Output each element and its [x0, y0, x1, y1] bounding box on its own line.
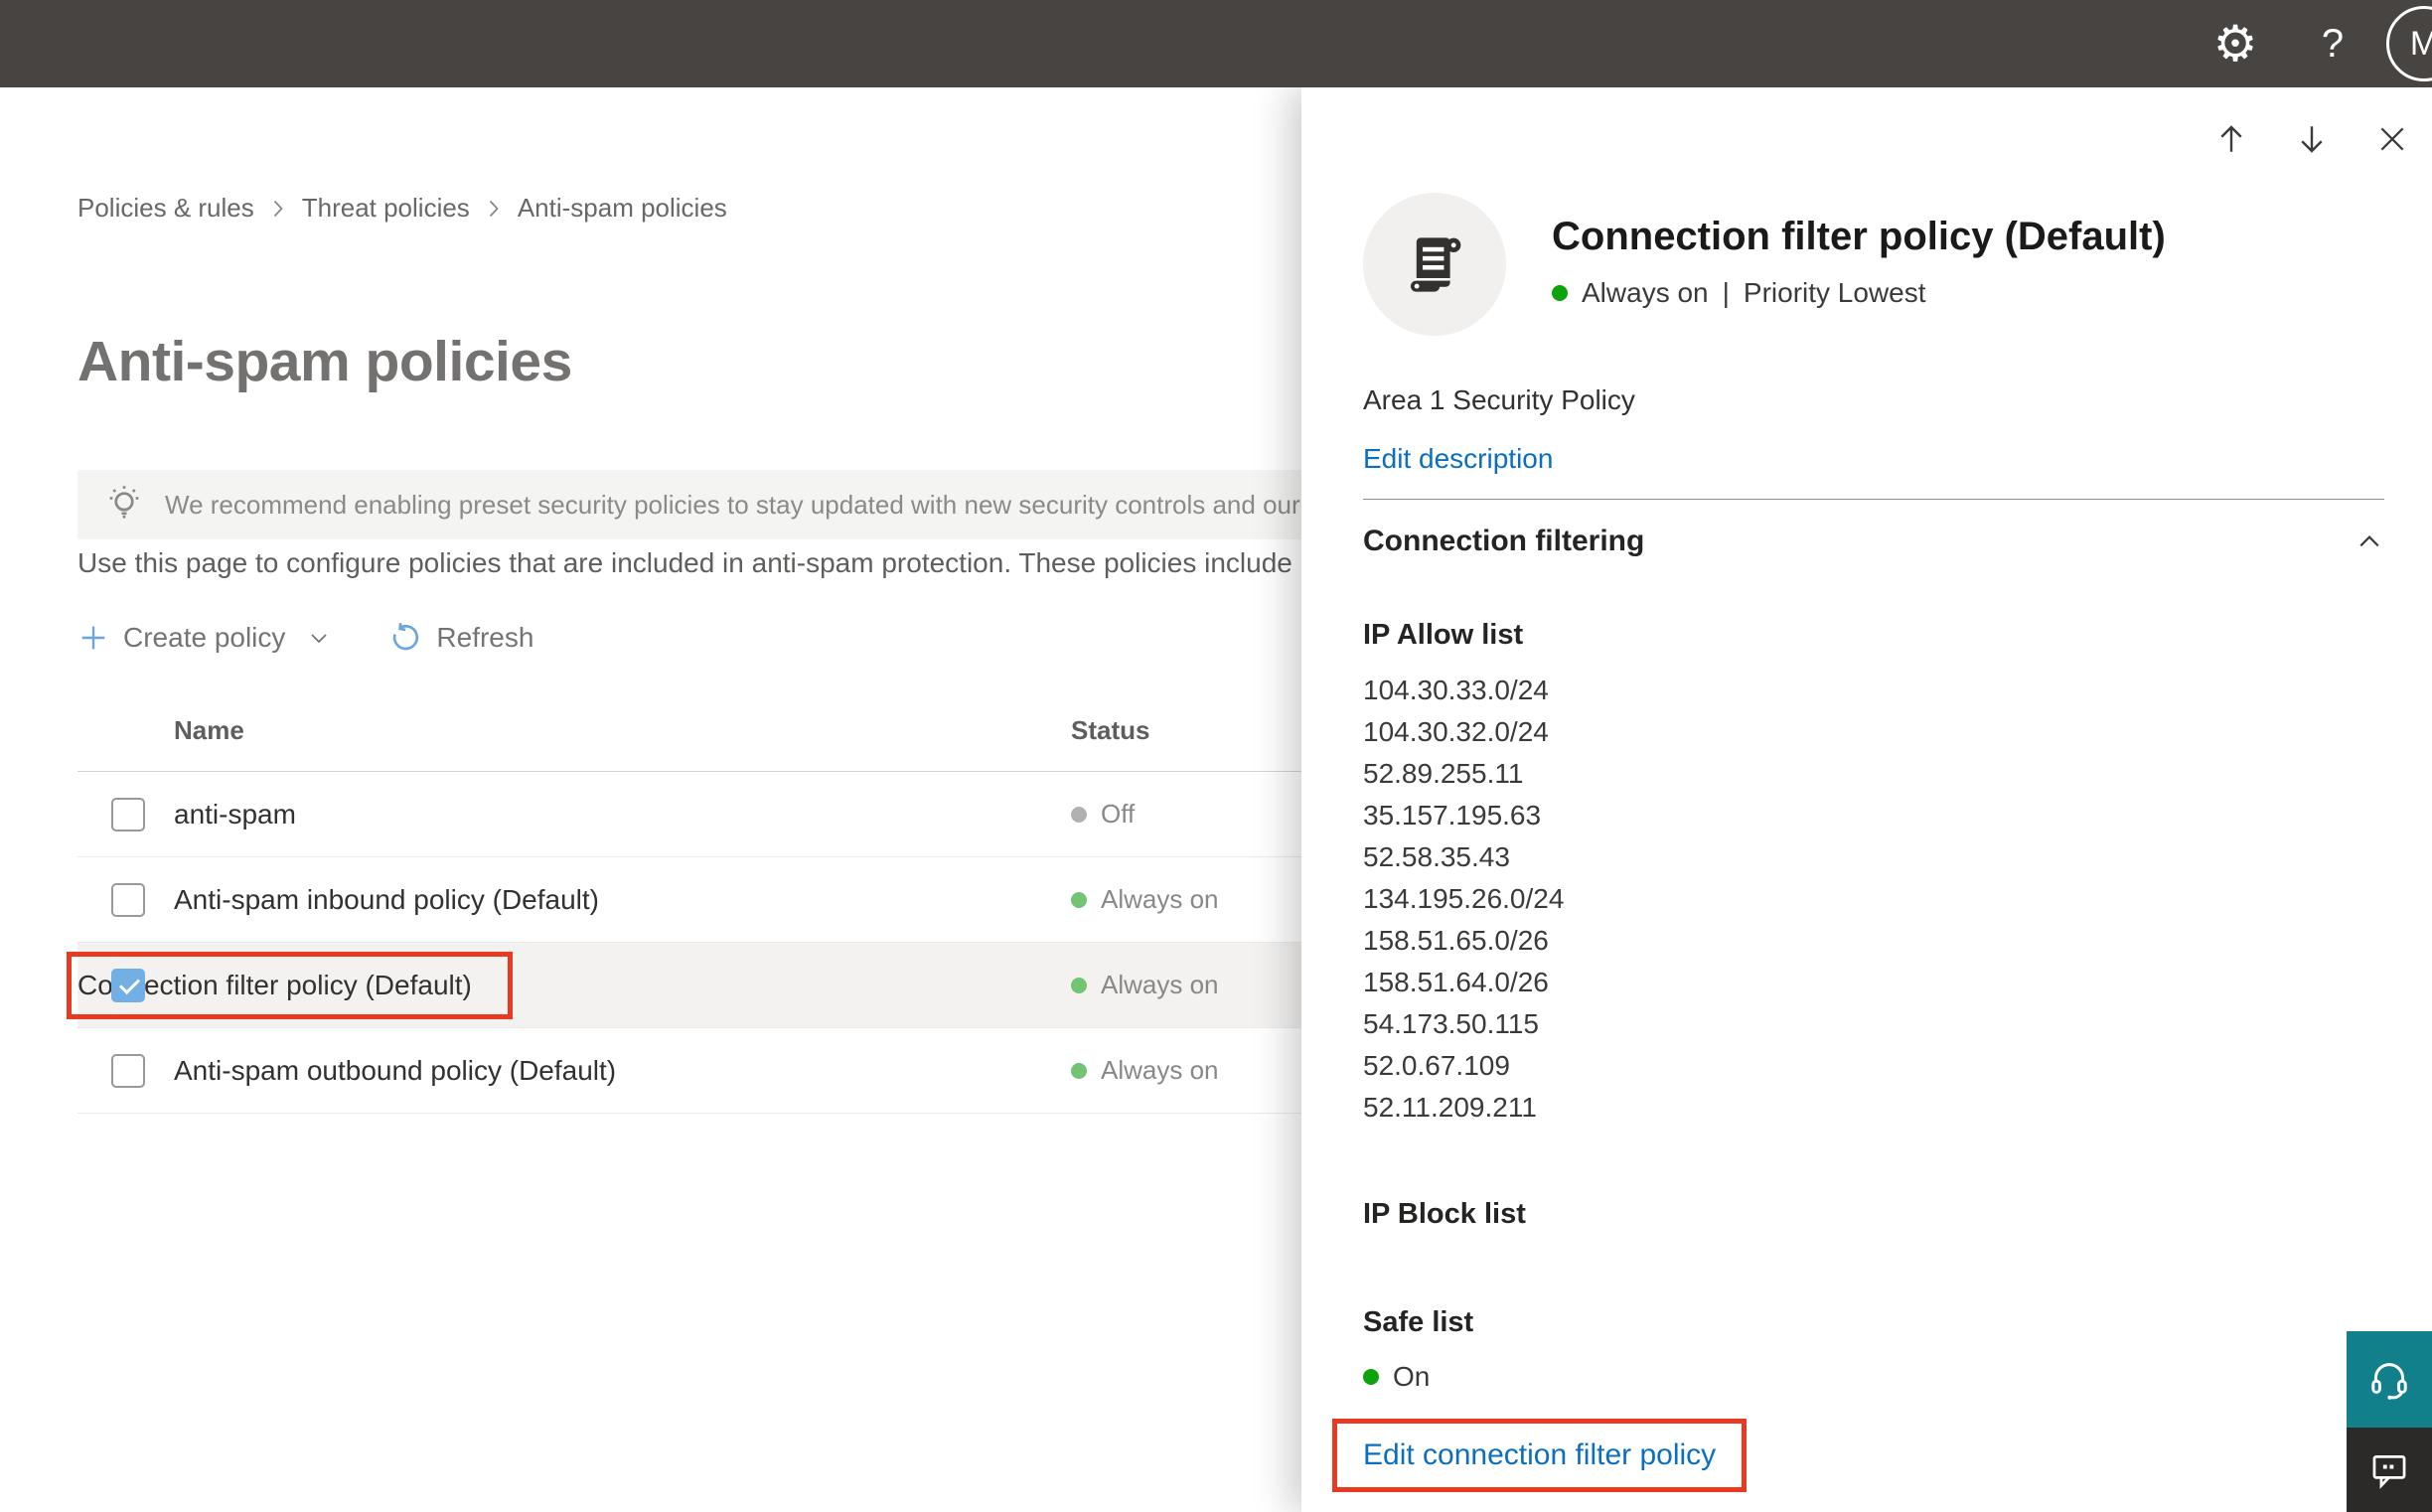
policy-name[interactable]: Anti-spam inbound policy (Default) [174, 884, 599, 916]
plus-icon [77, 622, 109, 654]
panel-status-row: Always on | Priority Lowest [1552, 277, 2166, 309]
breadcrumb-anti-spam-policies[interactable]: Anti-spam policies [518, 193, 727, 224]
edit-connection-filter-policy-link[interactable]: Edit connection filter policy [1363, 1438, 1716, 1472]
banner-text: We recommend enabling preset security po… [165, 489, 1416, 520]
panel-title: Connection filter policy (Default) [1552, 215, 2166, 258]
create-policy-button[interactable]: Create policy [77, 622, 331, 654]
refresh-button[interactable]: Refresh [388, 621, 533, 655]
status-dot-on [1552, 285, 1568, 301]
chevron-right-icon [270, 199, 286, 219]
status-label: Always on [1101, 884, 1219, 914]
help-icon[interactable]: ? [2305, 14, 2360, 74]
status-dot-on [1071, 1062, 1087, 1079]
chevron-right-icon [486, 199, 502, 219]
status-label: Always on [1101, 1055, 1219, 1085]
safe-list-title: Safe list [1363, 1306, 1474, 1338]
status-badge: Off [1071, 799, 1135, 830]
ip-entry: 52.89.255.11 [1363, 758, 1524, 789]
status-badge: Always on [1071, 1055, 1219, 1086]
ip-entry: 104.30.32.0/24 [1363, 716, 1549, 747]
policy-scroll-icon [1363, 193, 1506, 336]
chevron-up-icon[interactable] [2355, 527, 2384, 556]
panel-status: Always on [1582, 277, 1709, 308]
ip-entry: 54.173.50.115 [1363, 1008, 1539, 1039]
status-dot-on [1071, 891, 1087, 908]
ip-entry: 134.195.26.0/24 [1363, 883, 1565, 914]
headset-icon [2365, 1356, 2413, 1404]
connection-filtering-section-header[interactable]: Connection filtering [1363, 520, 2384, 563]
policy-name[interactable]: Anti-spam outbound policy (Default) [174, 1055, 616, 1087]
status-dot-on [1363, 1369, 1379, 1385]
divider [1363, 499, 2384, 500]
row-checkbox-checked[interactable] [111, 969, 145, 1002]
ip-allow-list-title: IP Allow list [1363, 619, 1524, 651]
chevron-down-icon [307, 626, 331, 650]
feedback-button[interactable] [2347, 1428, 2432, 1512]
policy-description: Area 1 Security Policy [1363, 384, 1635, 415]
status-label: Always on [1101, 970, 1219, 999]
policy-name[interactable]: anti-spam [174, 799, 296, 831]
safe-list-status-row: On [1363, 1361, 2384, 1393]
edit-description-link[interactable]: Edit description [1363, 443, 2384, 475]
status-column-header[interactable]: Status [1071, 715, 1149, 746]
refresh-icon [388, 621, 422, 655]
ip-block-list-title: IP Block list [1363, 1198, 1526, 1230]
row-checkbox[interactable] [111, 1054, 145, 1088]
safe-list-status: On [1393, 1361, 1431, 1392]
highlight-box: Edit connection filter policy [1332, 1419, 1748, 1492]
ip-allow-list: 104.30.33.0/24 104.30.32.0/24 52.89.255.… [1363, 670, 2384, 1129]
arrow-down-icon[interactable] [2294, 121, 2330, 157]
panel-priority: Priority Lowest [1743, 277, 1926, 308]
settings-icon[interactable]: ⚙ [2204, 10, 2267, 77]
status-dot-on [1071, 977, 1087, 993]
close-icon[interactable] [2374, 121, 2410, 157]
ip-entry: 52.0.67.109 [1363, 1050, 1510, 1081]
panel-title-block: Connection filter policy (Default) Alway… [1552, 193, 2166, 309]
create-policy-label: Create policy [123, 622, 286, 653]
status-badge: Always on [1071, 970, 1219, 1000]
name-column-header[interactable]: Name [174, 715, 244, 746]
section-title: Connection filtering [1363, 525, 1645, 557]
ip-entry: 104.30.33.0/24 [1363, 675, 1549, 705]
ip-entry: 158.51.64.0/26 [1363, 967, 1549, 997]
row-checkbox[interactable] [111, 798, 145, 832]
refresh-label: Refresh [436, 622, 534, 653]
breadcrumb-policies-rules[interactable]: Policies & rules [77, 193, 254, 224]
lightbulb-icon [101, 482, 147, 528]
ip-entry: 35.157.195.63 [1363, 800, 1542, 831]
top-bar: ⚙ ? M [0, 0, 2432, 87]
details-panel: Connection filter policy (Default) Alway… [1301, 87, 2432, 1512]
breadcrumb-threat-policies[interactable]: Threat policies [302, 193, 470, 224]
ip-entry: 52.11.209.211 [1363, 1092, 1537, 1123]
avatar[interactable]: M [2386, 6, 2432, 81]
ip-entry: 158.51.65.0/26 [1363, 925, 1549, 956]
support-button[interactable] [2347, 1331, 2432, 1428]
status-separator: | [1722, 277, 1730, 308]
status-label: Off [1101, 799, 1136, 829]
arrow-up-icon[interactable] [2213, 121, 2249, 157]
ip-entry: 52.58.35.43 [1363, 841, 1510, 872]
panel-navigation [2213, 121, 2410, 157]
status-dot-off [1071, 806, 1087, 823]
app-window: ⚙ ? M Policies & rules Threat policies A… [0, 0, 2432, 1512]
speech-bubble-icon [2367, 1448, 2411, 1492]
panel-header: Connection filter policy (Default) Alway… [1363, 193, 2384, 336]
status-badge: Always on [1071, 884, 1219, 915]
row-checkbox[interactable] [111, 883, 145, 917]
